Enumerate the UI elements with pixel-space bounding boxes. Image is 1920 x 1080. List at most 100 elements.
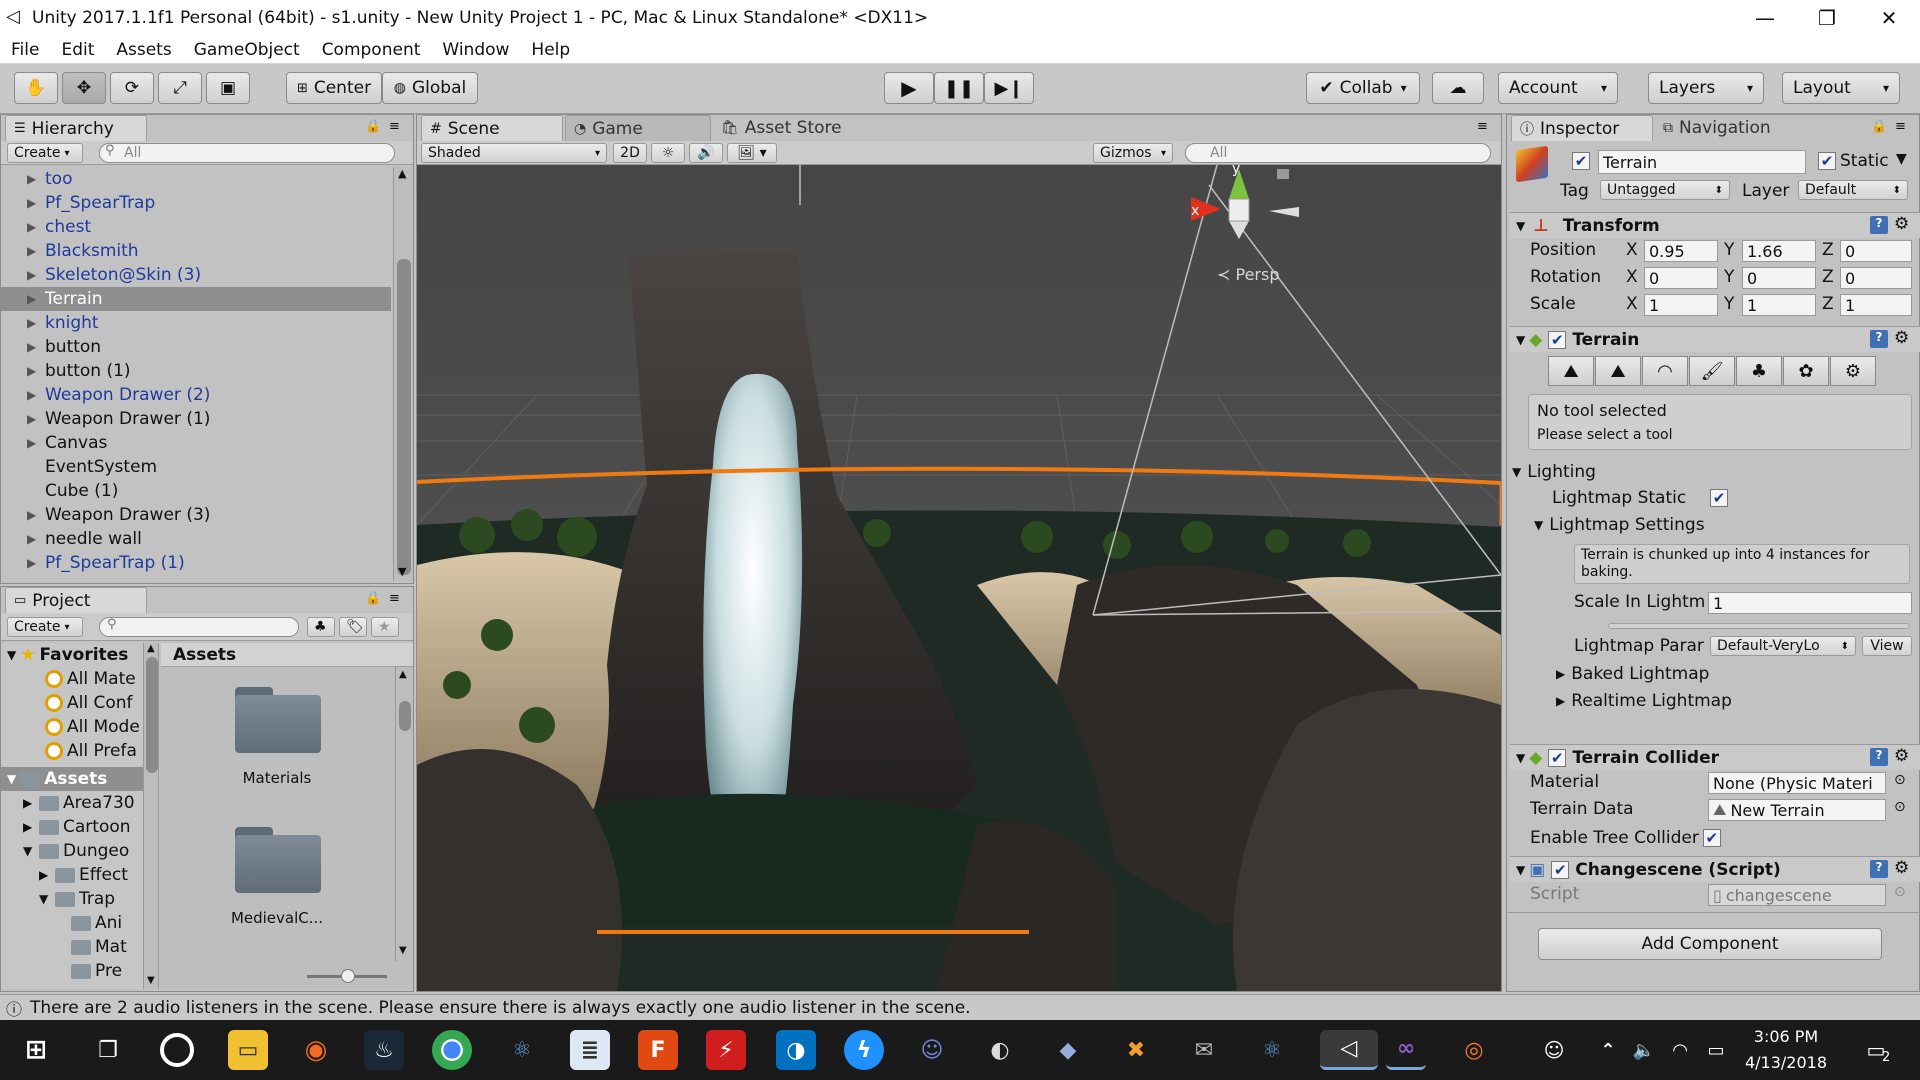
gear-icon[interactable]: ⚙ bbox=[1894, 746, 1909, 766]
hierarchy-item[interactable]: ▶ Pf_SpearTrap (1) bbox=[1, 551, 391, 575]
pause-button[interactable]: ❚❚ bbox=[934, 72, 984, 104]
account-button[interactable]: Account bbox=[1498, 72, 1618, 104]
scroll-down-icon[interactable]: ▼ bbox=[399, 945, 407, 956]
project-search-input[interactable] bbox=[99, 617, 299, 637]
expand-arrow-icon[interactable]: ▶ bbox=[27, 532, 45, 546]
volume-icon[interactable]: 🔈 bbox=[1624, 1030, 1664, 1070]
scale-tool-icon[interactable]: ⤢ bbox=[158, 72, 202, 104]
breadcrumb[interactable]: Assets bbox=[161, 643, 413, 667]
filter-type-icon[interactable]: ♣ bbox=[307, 617, 335, 637]
terrain-settings-icon[interactable]: ⚙ bbox=[1830, 356, 1876, 386]
menu-file[interactable]: File bbox=[0, 40, 50, 60]
expand-arrow-icon[interactable]: ▶ bbox=[27, 556, 45, 570]
panel-menu-icon[interactable]: ≡ bbox=[389, 591, 400, 606]
favorite-item[interactable]: All Mode bbox=[1, 715, 143, 739]
expand-arrow-icon[interactable]: ▶ bbox=[27, 292, 45, 306]
chrome-icon[interactable] bbox=[432, 1030, 472, 1070]
help-book-icon[interactable]: ? bbox=[1870, 330, 1888, 348]
favorite-item[interactable]: All Conf bbox=[1, 691, 143, 715]
hierarchy-item[interactable]: ▶ knight bbox=[1, 311, 391, 335]
tab-scene[interactable]: # Scene bbox=[421, 115, 563, 141]
gear-icon[interactable]: ⚙ bbox=[1894, 214, 1909, 234]
project-tree-item[interactable]: Ani bbox=[1, 911, 143, 935]
hierarchy-scrollbar[interactable]: ▲ ▼ bbox=[393, 167, 413, 581]
pivot-center-button[interactable]: ⊞ Center bbox=[286, 72, 382, 104]
lightmap-settings-foldout[interactable]: ▼ Lightmap Settings bbox=[1534, 513, 1914, 537]
lighting-toggle-icon[interactable]: ☼ bbox=[651, 143, 685, 163]
hierarchy-item[interactable]: Cube (1) bbox=[1, 479, 391, 503]
unity-taskbar-icon[interactable]: ◁ bbox=[1320, 1030, 1378, 1070]
hierarchy-item[interactable]: ▶ Blacksmith bbox=[1, 239, 391, 263]
expand-arrow-icon[interactable]: ▶ bbox=[27, 340, 45, 354]
persp-label[interactable]: ≺ Persp bbox=[1217, 265, 1280, 284]
origin-icon[interactable]: ◉ bbox=[296, 1030, 336, 1070]
rotation-x-field[interactable]: 0 bbox=[1644, 267, 1718, 289]
place-trees-icon[interactable]: ♣ bbox=[1736, 356, 1782, 386]
rotation-y-field[interactable]: 0 bbox=[1742, 267, 1816, 289]
status-bar[interactable]: ⓘ There are 2 audio listeners in the sce… bbox=[0, 994, 1920, 1020]
tab-inspector[interactable]: ⓘ Inspector bbox=[1511, 115, 1653, 141]
panel-menu-icon[interactable]: ≡ bbox=[1895, 119, 1906, 134]
tray-chevron-icon[interactable]: ⌃ bbox=[1588, 1030, 1628, 1070]
atom-icon[interactable]: ⚛ bbox=[502, 1030, 542, 1070]
favorite-star-icon[interactable]: ★ bbox=[371, 617, 399, 637]
tab-asset-store[interactable]: 🛍 Asset Store bbox=[713, 115, 859, 141]
scale-x-field[interactable]: 1 bbox=[1644, 294, 1718, 316]
cortana-icon[interactable] bbox=[160, 1033, 194, 1067]
hierarchy-item[interactable]: ▶ Weapon Drawer (3) bbox=[1, 503, 391, 527]
position-z-field[interactable]: 0 bbox=[1840, 240, 1912, 262]
favorite-item[interactable]: All Mate bbox=[1, 667, 143, 691]
play-button[interactable]: ▶ bbox=[884, 72, 934, 104]
scroll-up-icon[interactable]: ▲ bbox=[399, 669, 407, 680]
project-create-button[interactable]: Create ▾ bbox=[7, 617, 83, 637]
tab-hierarchy[interactable]: ☰ Hierarchy bbox=[5, 115, 147, 141]
transform-header[interactable]: ▼ ⊥ Transform ? ⚙ bbox=[1510, 212, 1920, 238]
raise-terrain-icon[interactable]: ⛰ bbox=[1548, 356, 1594, 386]
expand-arrow-icon[interactable]: ▶ bbox=[23, 820, 39, 834]
lightmap-static-checkbox[interactable]: ✔ bbox=[1710, 489, 1728, 507]
scroll-up-icon[interactable]: ▲ bbox=[147, 643, 155, 654]
lock-icon[interactable]: 🔒 bbox=[365, 119, 381, 134]
folder-materials[interactable] bbox=[235, 687, 321, 753]
hierarchy-item[interactable]: ▶ Skeleton@Skin (3) bbox=[1, 263, 391, 287]
rect-tool-icon[interactable]: ▣ bbox=[206, 72, 250, 104]
position-y-field[interactable]: 1.66 bbox=[1742, 240, 1816, 262]
menu-window[interactable]: Window bbox=[431, 40, 520, 60]
view-button[interactable]: View bbox=[1862, 636, 1912, 656]
discord-icon[interactable]: ☺ bbox=[912, 1030, 952, 1070]
hierarchy-item[interactable]: ▶ needle wall bbox=[1, 527, 391, 551]
paint-texture-icon[interactable]: 🖌 bbox=[1689, 356, 1735, 386]
mail-icon[interactable]: ✉ bbox=[1184, 1030, 1224, 1070]
hierarchy-item[interactable]: ▶ Terrain bbox=[1, 287, 391, 311]
project-content-scrollbar[interactable]: ▲ ▼ bbox=[395, 667, 413, 961]
terrain-collider-header[interactable]: ▼ ◆ ✔ Terrain Collider ? ⚙ bbox=[1510, 744, 1920, 770]
notepad-icon[interactable]: ≣ bbox=[570, 1030, 610, 1070]
project-tree-item[interactable]: ▶ Cartoon bbox=[1, 815, 143, 839]
gizmos-dropdown[interactable]: Gizmos ▾ bbox=[1093, 143, 1173, 163]
expand-arrow-icon[interactable]: ▶ bbox=[27, 268, 45, 282]
expand-arrow-icon[interactable]: ▶ bbox=[39, 868, 55, 882]
expand-arrow-icon[interactable]: ▶ bbox=[27, 364, 45, 378]
paint-height-icon[interactable]: ⛰ bbox=[1595, 356, 1641, 386]
favorites-header[interactable]: ▼ ★ Favorites bbox=[1, 643, 143, 667]
tab-navigation[interactable]: ⧉ Navigation bbox=[1655, 115, 1811, 141]
gear-icon[interactable]: ⚙ bbox=[1894, 328, 1909, 348]
lock-icon[interactable]: 🔒 bbox=[365, 591, 381, 606]
smooth-height-icon[interactable]: ◠ bbox=[1642, 356, 1688, 386]
object-picker-icon[interactable]: ⊙ bbox=[1894, 884, 1906, 900]
menu-edit[interactable]: Edit bbox=[50, 40, 105, 60]
tag-dropdown[interactable]: Untagged ⬍ bbox=[1600, 180, 1730, 200]
expand-arrow-icon[interactable]: ▶ bbox=[23, 796, 39, 810]
expand-arrow-icon[interactable]: ▶ bbox=[27, 412, 45, 426]
hierarchy-item[interactable]: ▶ Weapon Drawer (1) bbox=[1, 407, 391, 431]
gizmo-lock-icon[interactable] bbox=[1277, 169, 1289, 179]
expand-arrow-icon[interactable]: ▶ bbox=[27, 436, 45, 450]
filezilla-icon[interactable]: F bbox=[638, 1030, 678, 1070]
script-enabled-checkbox[interactable]: ✔ bbox=[1551, 860, 1570, 879]
expand-arrow-icon[interactable]: ▶ bbox=[27, 244, 45, 258]
material-field[interactable]: None (Physic Materi bbox=[1708, 772, 1886, 794]
collab-button[interactable]: ✔ Collab bbox=[1306, 72, 1420, 104]
filter-label-icon[interactable]: 🏷 bbox=[339, 617, 367, 637]
effects-dropdown-icon[interactable]: 🖼 ▾ bbox=[727, 143, 777, 163]
layers-button[interactable]: Layers bbox=[1648, 72, 1764, 104]
